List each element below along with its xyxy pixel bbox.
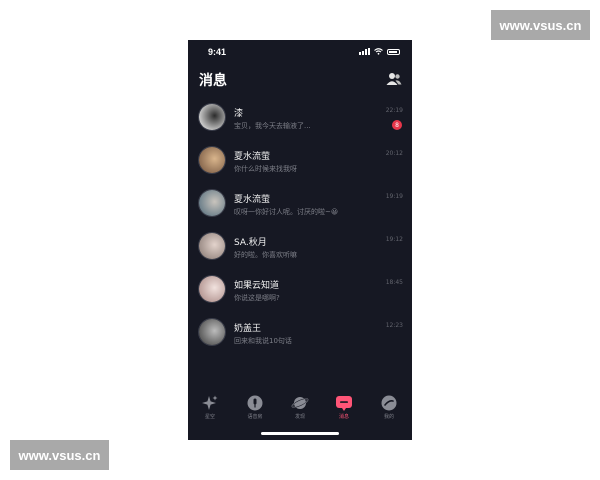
tab-voice-room[interactable]: 语音房	[238, 394, 272, 422]
tab-label: 消息	[338, 414, 349, 420]
planet-icon	[291, 397, 309, 409]
sparkle-icon	[202, 395, 218, 410]
conversation-row[interactable]: SA.秋月 好的啦。你喜欢听嘛 19:12	[188, 227, 412, 270]
signal-icon	[359, 48, 370, 55]
contact-name: 如果云知道	[234, 281, 280, 291]
tab-starry[interactable]: 星空	[193, 394, 227, 422]
phone-screen: 9:41 消息 漆 宝贝，我今天去输液了... 22:19 8 夏水流萤 你什么…	[188, 40, 412, 440]
contact-name: SA.秋月	[234, 238, 267, 248]
conversation-row[interactable]: 奶盖王 回来和我说10句话 12:23	[188, 313, 412, 356]
message-time: 20:12	[385, 150, 403, 157]
contact-name: 夏水流萤	[234, 152, 271, 162]
message-time: 19:12	[385, 236, 403, 243]
avatar	[198, 103, 226, 131]
conversation-row[interactable]: 如果云知道 你说这是哪啊? 18:45	[188, 270, 412, 313]
home-indicator	[261, 432, 339, 435]
conversation-row[interactable]: 漆 宝贝，我今天去输液了... 22:19 8	[188, 98, 412, 141]
tab-label: 发现	[294, 414, 305, 420]
status-bar: 9:41	[188, 40, 412, 66]
status-time: 9:41	[208, 47, 227, 57]
avatar	[198, 318, 226, 346]
message-preview: 好的啦。你喜欢听嘛	[234, 251, 297, 259]
voice-room-icon	[247, 395, 263, 411]
watermark-bottom: www.vsus.cn	[10, 440, 109, 470]
message-icon	[336, 396, 352, 411]
watermark-top: www.vsus.cn	[491, 10, 590, 40]
message-time: 12:23	[385, 322, 403, 329]
message-time: 19:19	[385, 193, 403, 200]
wifi-icon	[374, 48, 383, 55]
message-time: 22:19	[385, 107, 403, 114]
tab-messages[interactable]: 消息	[327, 394, 361, 422]
tab-discover[interactable]: 发现	[283, 394, 317, 422]
conversation-row[interactable]: 夏水流萤 你什么时候来找我呀 20:12	[188, 141, 412, 184]
profile-icon	[381, 395, 397, 411]
message-preview: 你什么时候来找我呀	[234, 165, 297, 173]
avatar	[198, 275, 226, 303]
tab-profile[interactable]: 我的	[372, 394, 406, 422]
battery-icon	[387, 48, 400, 55]
message-preview: 宝贝，我今天去输液了...	[234, 122, 311, 130]
status-icons	[359, 48, 400, 55]
contact-name: 奶盖王	[234, 324, 262, 334]
avatar	[198, 189, 226, 217]
tab-label: 语音房	[247, 414, 263, 420]
message-preview: 叹呀一你好讨人呢。讨厌的啦~😀	[234, 208, 339, 216]
conversation-row[interactable]: 夏水流萤 叹呀一你好讨人呢。讨厌的啦~😀 19:19	[188, 184, 412, 227]
tab-label: 我的	[383, 414, 394, 420]
message-time: 18:45	[385, 279, 403, 286]
avatar	[198, 232, 226, 260]
page-title: 消息	[199, 73, 227, 89]
contact-name: 夏水流萤	[234, 195, 271, 205]
contacts-icon[interactable]	[386, 72, 402, 86]
message-preview: 回来和我说10句话	[234, 337, 292, 345]
header: 消息	[188, 68, 412, 94]
message-preview: 你说这是哪啊?	[234, 294, 280, 302]
tab-bar: 星空 语音房 发现 消息 我的	[188, 390, 412, 426]
contact-name: 漆	[234, 109, 244, 119]
tab-label: 星空	[204, 414, 215, 420]
avatar	[198, 146, 226, 174]
unread-badge: 8	[392, 120, 402, 130]
